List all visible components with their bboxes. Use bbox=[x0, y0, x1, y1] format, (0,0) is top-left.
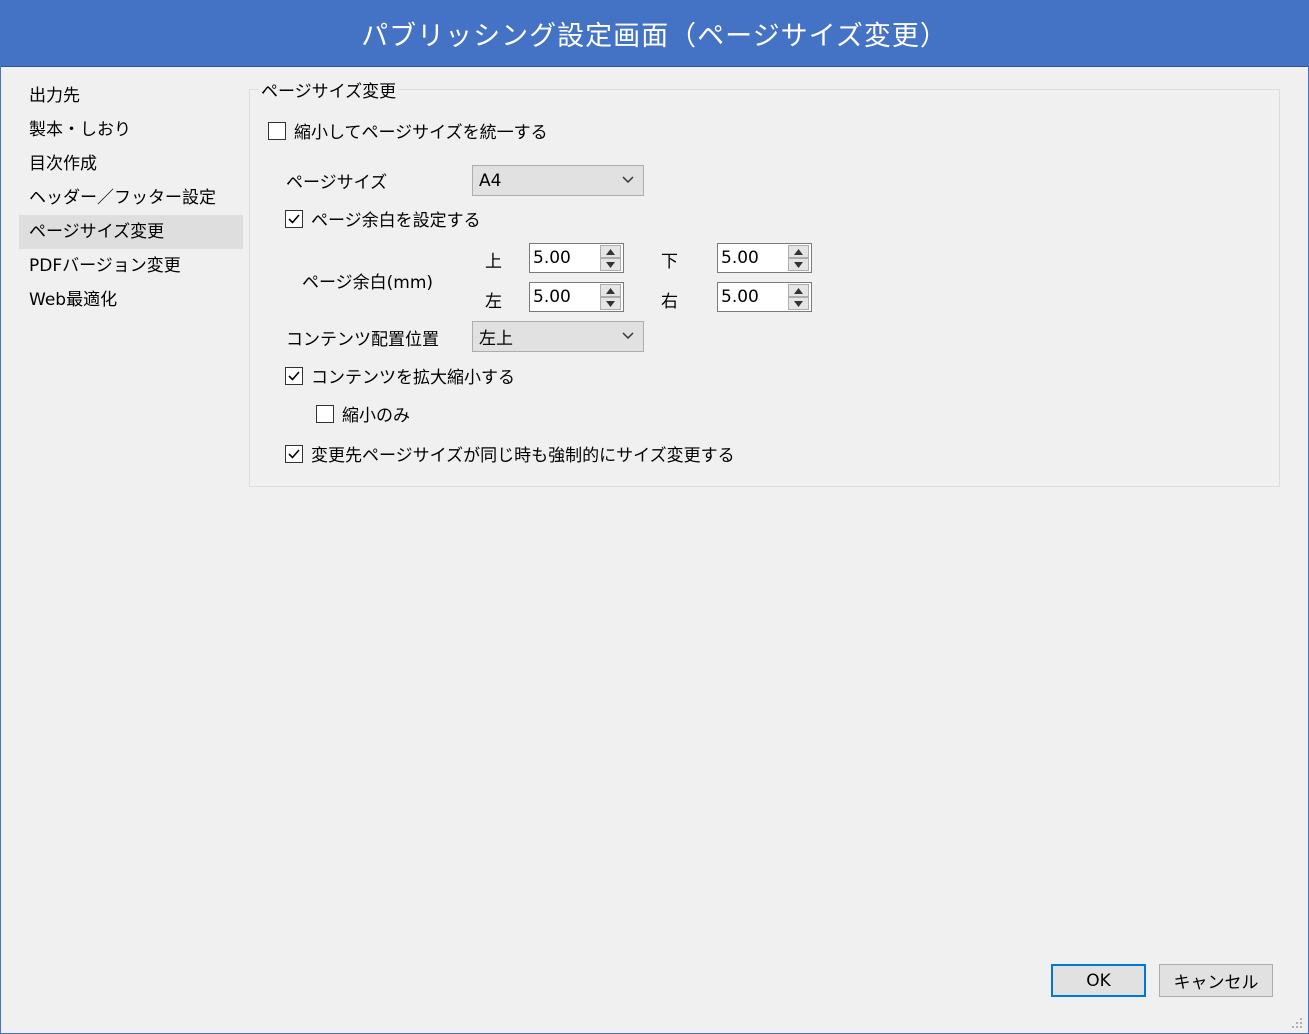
arrow-down-icon bbox=[794, 300, 803, 307]
spin-up-button[interactable] bbox=[788, 284, 809, 297]
sidebar-item-web-optimize[interactable]: Web最適化 bbox=[19, 283, 243, 317]
margin-bottom-label: 下 bbox=[661, 252, 678, 272]
margin-top-spinner[interactable]: 5.00 bbox=[529, 243, 624, 273]
checkbox-checked-icon bbox=[285, 366, 303, 385]
arrow-up-icon bbox=[794, 287, 803, 294]
set-margin-label: ページ余白を設定する bbox=[311, 211, 481, 231]
sidebar-item-page-size[interactable]: ページサイズ変更 bbox=[19, 215, 243, 249]
sidebar-item-toc[interactable]: 目次作成 bbox=[19, 147, 243, 181]
arrow-up-icon bbox=[606, 287, 615, 294]
force-resize-checkbox[interactable]: 変更先ページサイズが同じ時も強制的にサイズ変更する bbox=[285, 441, 735, 466]
scale-content-checkbox[interactable]: コンテンツを拡大縮小する bbox=[285, 363, 515, 388]
page-size-value: A4 bbox=[479, 170, 502, 191]
content-position-value: 左上 bbox=[479, 329, 513, 349]
shrink-only-label: 縮小のみ bbox=[342, 406, 410, 426]
shrink-only-checkbox[interactable]: 縮小のみ bbox=[316, 401, 410, 426]
set-margin-checkbox[interactable]: ページ余白を設定する bbox=[285, 206, 481, 231]
spin-down-button[interactable] bbox=[600, 258, 621, 271]
ok-button[interactable]: OK bbox=[1051, 964, 1146, 997]
window-title: パブリッシング設定画面（ページサイズ変更） bbox=[361, 21, 948, 52]
cancel-button[interactable]: キャンセル bbox=[1159, 964, 1273, 997]
spin-arrows bbox=[788, 284, 809, 310]
group-title: ページサイズ変更 bbox=[258, 77, 400, 102]
sidebar-item-output[interactable]: 出力先 bbox=[19, 79, 243, 113]
spin-up-button[interactable] bbox=[788, 245, 809, 258]
margin-bottom-spinner[interactable]: 5.00 bbox=[717, 243, 812, 273]
scale-content-label: コンテンツを拡大縮小する bbox=[311, 368, 515, 388]
page-size-label: ページサイズ bbox=[286, 173, 388, 193]
spin-down-button[interactable] bbox=[600, 297, 621, 310]
sidebar: 出力先 製本・しおり 目次作成 ヘッダー／フッター設定 ページサイズ変更 PDF… bbox=[19, 79, 243, 317]
title-bar: パブリッシング設定画面（ページサイズ変更） bbox=[1, 1, 1308, 67]
margin-right-value: 5.00 bbox=[721, 287, 759, 307]
spin-down-button[interactable] bbox=[788, 258, 809, 271]
margin-bottom-value: 5.00 bbox=[721, 248, 759, 268]
spin-arrows bbox=[788, 245, 809, 271]
checkbox-empty-icon bbox=[316, 404, 334, 423]
spin-arrows bbox=[600, 284, 621, 310]
margin-left-spinner[interactable]: 5.00 bbox=[529, 282, 624, 312]
arrow-up-icon bbox=[794, 248, 803, 255]
sidebar-item-header-footer[interactable]: ヘッダー／フッター設定 bbox=[19, 181, 243, 215]
spin-up-button[interactable] bbox=[600, 284, 621, 297]
unify-size-checkbox[interactable]: 縮小してページサイズを統一する bbox=[268, 118, 548, 143]
checkbox-empty-icon bbox=[268, 121, 286, 140]
margin-left-value: 5.00 bbox=[533, 287, 571, 307]
content-position-select[interactable]: 左上 bbox=[472, 321, 644, 352]
spin-arrows bbox=[600, 245, 621, 271]
checkbox-checked-icon bbox=[285, 444, 303, 463]
chevron-down-icon bbox=[622, 332, 634, 340]
unify-size-label: 縮小してページサイズを統一する bbox=[294, 123, 548, 143]
dialog-window: パブリッシング設定画面（ページサイズ変更） 出力先 製本・しおり 目次作成 ヘッ… bbox=[0, 0, 1309, 1034]
page-size-select[interactable]: A4 bbox=[472, 165, 644, 196]
arrow-down-icon bbox=[606, 261, 615, 268]
sidebar-item-binding[interactable]: 製本・しおり bbox=[19, 113, 243, 147]
spin-down-button[interactable] bbox=[788, 297, 809, 310]
resize-grip-icon[interactable] bbox=[1291, 1017, 1303, 1029]
chevron-down-icon bbox=[622, 176, 634, 184]
margin-right-label: 右 bbox=[661, 292, 678, 312]
sidebar-item-pdf-version[interactable]: PDFバージョン変更 bbox=[19, 249, 243, 283]
page-margin-label: ページ余白(mm) bbox=[302, 273, 434, 293]
spin-up-button[interactable] bbox=[600, 245, 621, 258]
content-position-label: コンテンツ配置位置 bbox=[286, 330, 439, 350]
margin-right-spinner[interactable]: 5.00 bbox=[717, 282, 812, 312]
force-resize-label: 変更先ページサイズが同じ時も強制的にサイズ変更する bbox=[311, 446, 735, 466]
arrow-up-icon bbox=[606, 248, 615, 255]
checkbox-checked-icon bbox=[285, 209, 303, 228]
arrow-down-icon bbox=[606, 300, 615, 307]
margin-top-label: 上 bbox=[485, 252, 502, 272]
arrow-down-icon bbox=[794, 261, 803, 268]
margin-left-label: 左 bbox=[485, 292, 502, 312]
margin-top-value: 5.00 bbox=[533, 248, 571, 268]
